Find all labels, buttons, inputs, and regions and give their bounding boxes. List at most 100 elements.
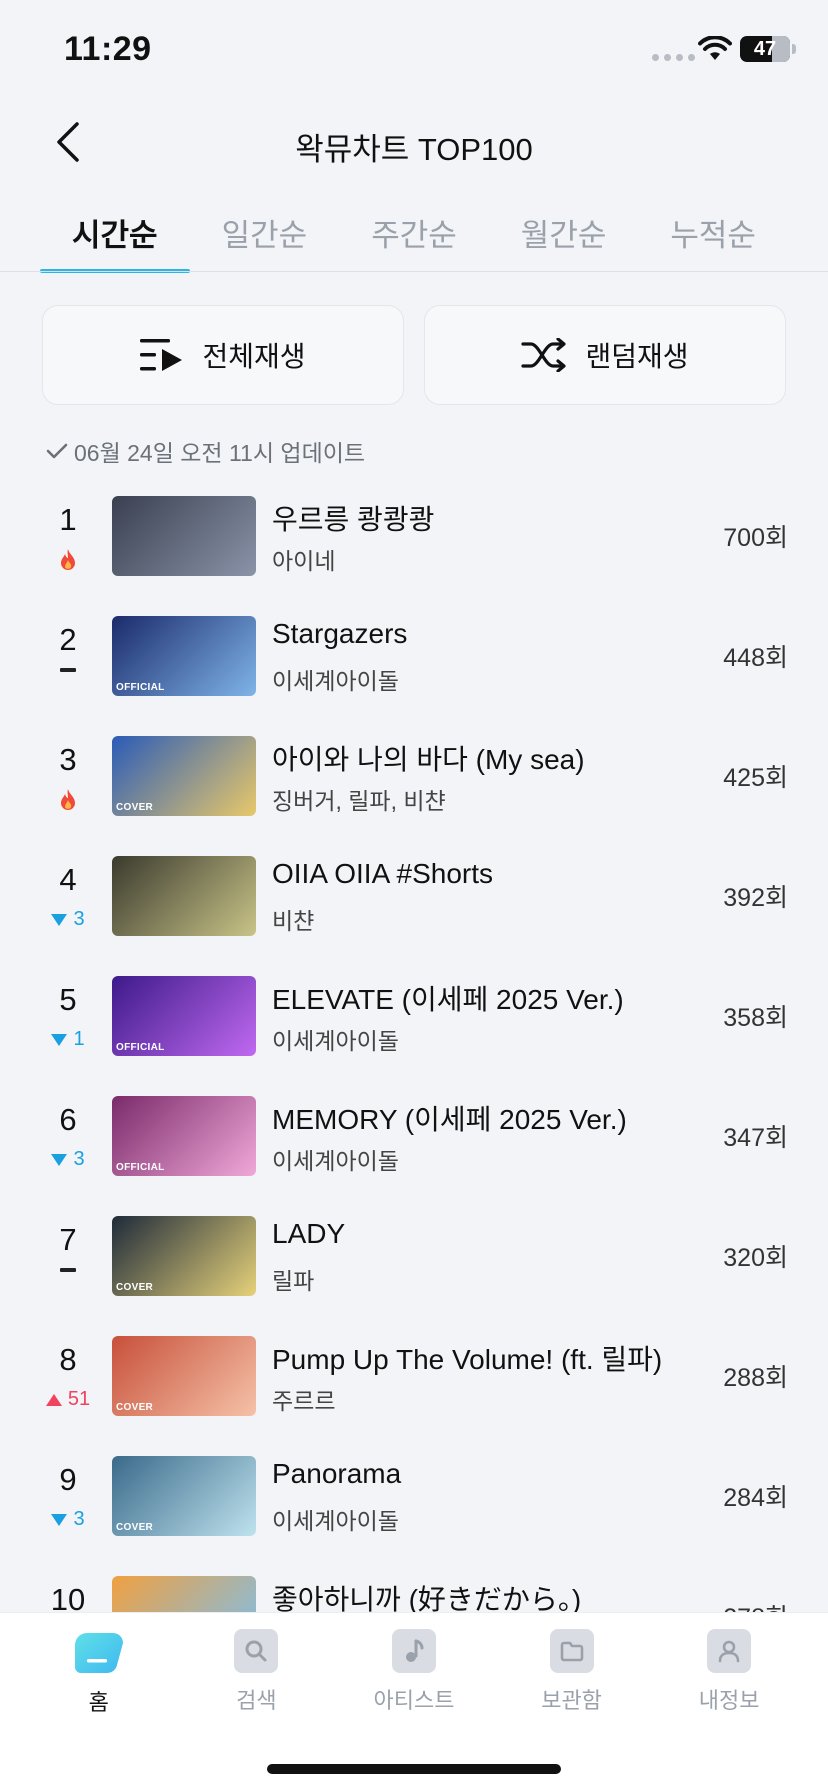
rank-same [40,668,96,672]
rank-down: 1 [40,1028,96,1051]
folder-icon [549,1629,594,1673]
tabs-divider [0,271,828,272]
chart-list: 1 우르릉 쾅쾅쾅 아이네 700회 2 OFFICIAL Stargazers… [0,480,828,1680]
battery-tip [792,44,796,54]
battery-icon: 47 [740,36,790,62]
play-count: 284회 [723,1484,788,1512]
song-thumbnail[interactable]: COVER [112,736,256,816]
play-count: 425회 [723,764,788,792]
chart-row[interactable]: 4 3 OIIA OIIA #Shorts 비챤 392회 [0,840,828,960]
arrow-down-icon [51,1513,68,1526]
dash-icon [60,1268,76,1272]
play-count: 448회 [723,644,788,672]
play-count: 288회 [723,1364,788,1392]
song-thumbnail[interactable] [112,496,256,576]
home-indicator [267,1764,561,1774]
thumbnail-badge: OFFICIAL [116,1162,165,1173]
update-text: 06월 24일 오전 11시 업데이트 [74,440,366,466]
rank-number: 2 [59,622,77,657]
chart-row[interactable]: 5 1 OFFICIAL ELEVATE (이세페 2025 Ver.) 이세계… [0,960,828,1080]
chart-row[interactable]: 6 3 OFFICIAL MEMORY (이세페 2025 Ver.) 이세계아… [0,1080,828,1200]
song-title: 우르릉 쾅쾅쾅 [272,504,435,535]
cellular-signal-icon [652,54,695,61]
thumbnail-badge: OFFICIAL [116,1042,165,1053]
tab-cumulative[interactable]: 누적순 [638,200,788,272]
tab-monthly[interactable]: 월간순 [489,200,639,272]
tab-weekly[interactable]: 주간순 [339,200,489,272]
rank-down: 3 [40,1508,96,1531]
nav-search[interactable]: 검색 [178,1629,336,1717]
person-icon [707,1629,752,1673]
play-count: 700회 [723,524,788,552]
song-artist: 이세계아이돌 [272,668,399,694]
rank-change-value: 1 [73,1028,85,1050]
check-icon [46,443,68,459]
rank-up: 51 [40,1388,96,1411]
song-artist: 비챤 [272,908,315,934]
nav-home[interactable]: 홈 [20,1629,178,1717]
song-thumbnail[interactable]: COVER [112,1456,256,1536]
nav-home-label: 홈 [88,1690,109,1715]
home-icon [73,1629,125,1675]
play-all-label: 전체재생 [202,341,306,372]
play-all-button[interactable]: 전체재생 [42,305,404,405]
shuffle-play-label: 랜덤재생 [585,341,689,372]
fire-icon [61,789,75,810]
chart-row[interactable]: 7 COVER LADY 릴파 320회 [0,1200,828,1320]
rank-number: 8 [59,1342,77,1377]
rank-number: 4 [59,862,77,897]
chart-row[interactable]: 9 3 COVER Panorama 이세계아이돌 284회 [0,1440,828,1560]
arrow-down-icon [51,913,68,926]
rank-change-value: 51 [67,1388,91,1410]
song-artist: 아이네 [272,548,336,574]
play-count: 358회 [723,1004,788,1032]
nav-artist-label: 아티스트 [373,1688,455,1713]
play-count: 392회 [723,884,788,912]
nav-library[interactable]: 보관함 [493,1629,651,1717]
dash-icon [60,668,76,672]
chart-row[interactable]: 3 COVER 아이와 나의 바다 (My sea) 징버거, 릴파, 비챤 4… [0,720,828,840]
song-thumbnail[interactable]: OFFICIAL [112,616,256,696]
arrow-down-icon [51,1153,68,1166]
wifi-icon [698,36,732,60]
thumbnail-badge: COVER [116,1522,154,1533]
thumbnail-badge: OFFICIAL [116,682,165,693]
rank-number: 1 [59,502,77,537]
song-artist: 이세계아이돌 [272,1028,399,1054]
chart-row[interactable]: 8 51 COVER Pump Up The Volume! (ft. 릴파) … [0,1320,828,1440]
fire-icon [61,549,75,570]
play-count: 320회 [723,1244,788,1272]
status-bar: 11:29 47 [0,0,828,100]
page-title: 왁뮤차트 TOP100 [295,132,533,167]
song-artist: 이세계아이돌 [272,1148,399,1174]
thumbnail-badge: COVER [116,1282,154,1293]
nav-profile[interactable]: 내정보 [650,1629,808,1717]
arrow-down-icon [51,1033,68,1046]
song-title: Stargazers [272,618,408,649]
nav-artist[interactable]: 아티스트 [335,1629,493,1717]
tab-hourly[interactable]: 시간순 [40,200,190,273]
rank-same [40,1268,96,1272]
song-thumbnail[interactable]: OFFICIAL [112,976,256,1056]
shuffle-icon [521,338,567,372]
song-thumbnail[interactable] [112,856,256,936]
shuffle-play-button[interactable]: 랜덤재생 [424,305,786,405]
chart-row[interactable]: 1 우르릉 쾅쾅쾅 아이네 700회 [0,480,828,600]
rank-change-value: 3 [73,1508,85,1530]
update-info: 06월 24일 오전 11시 업데이트 [46,434,365,468]
song-artist: 주르르 [272,1388,336,1414]
rank-hot [40,548,96,572]
music-note-icon [391,1629,436,1673]
rank-number: 3 [59,742,77,777]
rank-number: 7 [59,1222,77,1257]
song-thumbnail[interactable]: COVER [112,1336,256,1416]
song-title: ELEVATE (이세페 2025 Ver.) [272,984,624,1015]
play-list-icon [140,339,183,371]
tab-daily[interactable]: 일간순 [190,200,340,272]
period-tabs: 시간순 일간순 주간순 월간순 누적순 [40,200,788,273]
song-thumbnail[interactable]: OFFICIAL [112,1096,256,1176]
rank-number: 6 [59,1102,77,1137]
song-thumbnail[interactable]: COVER [112,1216,256,1296]
chart-row[interactable]: 2 OFFICIAL Stargazers 이세계아이돌 448회 [0,600,828,720]
song-title: 아이와 나의 바다 (My sea) [272,744,585,775]
